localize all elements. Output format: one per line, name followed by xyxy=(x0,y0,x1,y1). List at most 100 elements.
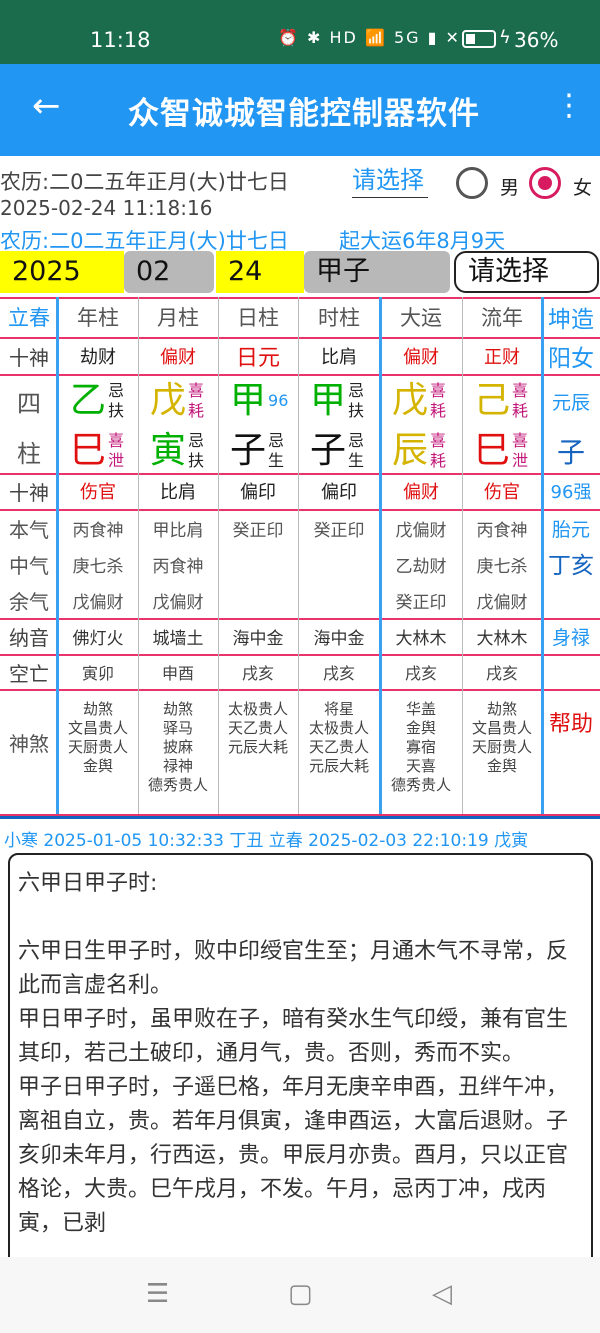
shensha-col-0: 劫煞 文昌贵人 天厨贵人 金舆 xyxy=(58,700,138,776)
day-input[interactable]: 24 xyxy=(216,251,304,293)
header-col-2: 日柱 xyxy=(237,306,279,330)
shensha-item: 禄神 xyxy=(162,757,193,775)
canggan-label-1: 中气 xyxy=(9,553,49,578)
shensha-item: 太极贵人 xyxy=(308,719,369,737)
shishen-top-3: 比肩 xyxy=(321,347,357,368)
nayin-5: 大林木 xyxy=(476,628,528,649)
home-icon[interactable]: ▢ xyxy=(288,1279,313,1309)
shensha-item: 天厨贵人 xyxy=(471,738,532,756)
canggan-5-2: 戊偏财 xyxy=(476,592,528,613)
dizhi-tag1: 忌 xyxy=(188,431,205,450)
tiangan-tag1: 喜 xyxy=(430,381,447,400)
side-taiyuan: 胎元 xyxy=(551,518,590,541)
shensha-item: 劫煞 xyxy=(486,700,517,718)
canggan-1-1: 丙食神 xyxy=(152,556,204,577)
shensha-item: 寡宿 xyxy=(405,738,436,756)
shishen-bottom-1: 比肩 xyxy=(160,482,196,503)
dizhi-tag2: 耗 xyxy=(430,451,447,470)
side-zi: 子 xyxy=(556,436,585,469)
nayin-2: 海中金 xyxy=(232,628,284,649)
dizhi-5: 巳喜泄 xyxy=(474,428,528,474)
header-col-1: 月柱 xyxy=(157,306,199,330)
nayin-3: 海中金 xyxy=(313,628,365,649)
nav-bar: ☰ ▢ ◁ xyxy=(0,1257,600,1333)
header-side: 坤造 xyxy=(548,307,594,333)
hour-input[interactable]: 甲子 xyxy=(304,251,450,293)
canggan-label-0: 本气 xyxy=(9,517,49,542)
dizhi-tag2: 泄 xyxy=(512,451,529,470)
solar-datetime: 2025-02-24 11:18:16 xyxy=(0,196,213,220)
shensha-item: 元辰大耗 xyxy=(227,738,288,756)
lunar-date: 农历:二0二五年正月(大)廿七日 xyxy=(0,170,289,194)
dizhi-0: 巳喜泄 xyxy=(70,428,124,474)
shensha-label: 神煞 xyxy=(9,731,49,756)
battery-percent: 36% xyxy=(514,28,559,52)
kongwang-4: 戌亥 xyxy=(404,664,437,683)
shensha-item: 文昌贵人 xyxy=(471,719,532,737)
more-vert-icon[interactable]: ⋮ xyxy=(554,86,584,126)
header-col-5: 流年 xyxy=(481,306,523,330)
kongwang-0: 寅卯 xyxy=(81,664,114,683)
nayin-label: 纳音 xyxy=(9,625,49,650)
interpretation-textbox[interactable]: 六甲日甲子时: 六甲日生甲子时，败中印绶官生至；月通木气不寻常，反此而言虚名利。… xyxy=(8,853,593,1273)
canggan-4-1: 乙劫财 xyxy=(395,556,447,577)
male-radio[interactable] xyxy=(456,167,488,199)
tiangan-tag2: 耗 xyxy=(512,401,529,420)
nayin-side: 身禄 xyxy=(551,626,590,649)
month-input[interactable]: 02 xyxy=(124,251,214,293)
battery-icon xyxy=(462,30,496,48)
nayin-0: 佛灯火 xyxy=(72,628,124,649)
shensha-item: 金舆 xyxy=(82,757,113,775)
header-col-4: 大运 xyxy=(400,306,442,330)
shensha-item: 金舆 xyxy=(405,719,436,737)
tiangan-tag2: 耗 xyxy=(188,401,205,420)
kongwang-label: 空亡 xyxy=(9,661,49,686)
dizhi-tag1: 喜 xyxy=(108,431,125,450)
section-divider xyxy=(0,816,600,819)
solar-terms: 小寒 2025-01-05 10:32:33 丁丑 立春 2025-02-03 … xyxy=(4,831,529,851)
tiangan-1: 戊喜耗 xyxy=(150,374,204,428)
shensha-item: 披麻 xyxy=(162,738,193,756)
shensha-item: 太极贵人 xyxy=(227,700,288,718)
tiangan-tag1: 喜 xyxy=(512,381,529,400)
dizhi-char: 子 xyxy=(310,430,347,471)
female-label: 女 xyxy=(573,177,593,199)
shishen-top-2: 日元 xyxy=(235,346,280,371)
dizhi-4: 辰喜耗 xyxy=(392,428,446,474)
dizhi-tag1: 忌 xyxy=(348,431,365,450)
tiangan-2: 甲 96 xyxy=(230,374,288,428)
shensha-item: 元辰大耗 xyxy=(308,757,369,775)
year-input[interactable]: 2025 xyxy=(0,251,124,293)
dizhi-tag2: 生 xyxy=(348,451,365,470)
select-button[interactable]: 请选择 xyxy=(454,251,599,293)
canggan-2-0: 癸正印 xyxy=(232,520,284,541)
back-icon[interactable]: ◁ xyxy=(432,1279,452,1309)
shensha-col-5: 劫煞 文昌贵人 天厨贵人 金舆 xyxy=(462,700,542,776)
tiangan-char: 甲 xyxy=(310,380,347,421)
menu-icon[interactable]: ☰ xyxy=(146,1279,169,1309)
tiangan-tag1: 96 xyxy=(268,391,289,410)
status-time: 11:18 xyxy=(90,28,151,52)
canggan-0-2: 戊偏财 xyxy=(72,592,124,613)
dizhi-char: 巳 xyxy=(70,430,107,471)
shishen-bottom-4: 偏财 xyxy=(403,482,439,503)
nayin-1: 城墙土 xyxy=(152,628,204,649)
tiangan-char: 乙 xyxy=(70,380,107,421)
select-link[interactable]: 请选择 xyxy=(352,160,428,198)
dizhi-3: 子忌生 xyxy=(310,428,364,474)
shishen-bottom-label: 十神 xyxy=(9,480,49,505)
tiangan-tag2: 耗 xyxy=(430,401,447,420)
shensha-item: 劫煞 xyxy=(162,700,193,718)
female-radio[interactable] xyxy=(529,167,561,199)
shensha-col-4: 华盖 金舆 寡宿 天喜 德秀贵人 xyxy=(380,700,462,795)
shensha-col-2: 太极贵人 天乙贵人 元辰大耗 xyxy=(218,700,298,757)
tiangan-5: 己喜耗 xyxy=(474,374,528,428)
tiangan-tag2: 扶 xyxy=(348,401,365,420)
male-label: 男 xyxy=(500,177,520,199)
tiangan-char: 甲 xyxy=(230,380,267,421)
canggan-0-0: 丙食神 xyxy=(72,520,124,541)
text-title: 六甲日甲子时: xyxy=(18,871,158,896)
canggan-5-1: 庚七杀 xyxy=(476,556,528,577)
shensha-item: 劫煞 xyxy=(82,700,113,718)
dizhi-char: 辰 xyxy=(392,430,429,471)
